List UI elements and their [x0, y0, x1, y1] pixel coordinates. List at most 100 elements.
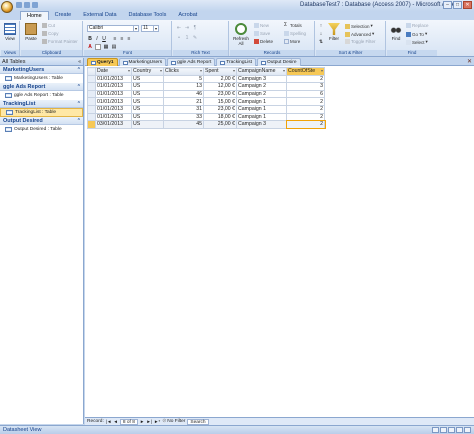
table-row[interactable]: 01/01/2013 US 33 18,00 € Campaign 1 2	[87, 112, 325, 122]
cell-clicks[interactable]: 33	[163, 112, 204, 122]
align-right-icon[interactable]: ≡	[126, 36, 132, 42]
new-record-nav-button[interactable]: ►*	[154, 419, 160, 424]
record-position-field[interactable]: 8 of 8	[119, 418, 138, 425]
bold-button[interactable]: B	[87, 36, 93, 42]
cell-country[interactable]: US	[131, 74, 164, 84]
find-button[interactable]: Find	[388, 23, 404, 41]
cell-countofste[interactable]: 3	[286, 82, 325, 91]
cell-country[interactable]: US	[131, 97, 164, 106]
doc-tab-marketingusers[interactable]: MarketingUsers	[118, 58, 167, 66]
maximize-button[interactable]: □	[453, 1, 462, 9]
row-selector[interactable]	[87, 82, 96, 91]
replace-button[interactable]: Replace	[406, 23, 429, 28]
column-header-spent[interactable]: Spent ▾	[203, 67, 237, 76]
save-record-button[interactable]: Save	[254, 31, 270, 36]
nav-group-trackinglist[interactable]: TrackingList ⌃	[0, 100, 83, 108]
align-left-icon[interactable]: ≡	[112, 36, 118, 42]
highlight-icon[interactable]: ✎	[192, 35, 198, 41]
tab-external-data[interactable]: External Data	[77, 11, 122, 20]
cell-countofste[interactable]: 2	[286, 74, 325, 84]
view-button[interactable]: View	[2, 23, 18, 41]
font-name-select[interactable]: Calibri ▾	[87, 25, 139, 32]
nav-item-output-desired-table[interactable]: Output Desired : Table	[0, 125, 83, 134]
cell-date[interactable]: 01/01/2013	[95, 82, 132, 91]
column-header-countofste[interactable]: CountOfSte ▾	[286, 67, 325, 76]
nav-item-ggle-ads-report-table[interactable]: ggle Ads Report : Table	[0, 91, 83, 100]
minimize-button[interactable]: –	[443, 1, 452, 9]
format-painter-button[interactable]: Format Painter	[42, 39, 78, 44]
table-row[interactable]: 01/01/2013 US 5 2,00 € Campaign 3 2	[87, 74, 325, 84]
chevron-down-icon[interactable]: ▾	[283, 68, 285, 73]
column-header-country[interactable]: Country ▾	[131, 67, 164, 76]
tab-database-tools[interactable]: Database Tools	[123, 11, 173, 20]
more-button[interactable]: More	[284, 39, 300, 44]
tab-acrobat[interactable]: Acrobat	[172, 11, 203, 20]
cell-campaignname[interactable]: Campaign 2	[236, 89, 287, 99]
design-view-icon[interactable]	[464, 427, 471, 433]
cell-clicks[interactable]: 5	[163, 74, 204, 84]
tab-home[interactable]: Home	[20, 11, 49, 20]
numbering-icon[interactable]: 1	[184, 35, 190, 41]
nav-group-output-desired[interactable]: Output Desired ⌃	[0, 117, 83, 125]
paste-button[interactable]: Paste	[23, 23, 39, 41]
underline-button[interactable]: U	[101, 36, 107, 42]
cell-spent[interactable]: 23,00 €	[203, 89, 237, 99]
cell-campaignname[interactable]: Campaign 1	[236, 97, 287, 106]
row-selector[interactable]	[87, 89, 96, 99]
redo-icon[interactable]	[32, 2, 38, 8]
refresh-all-button[interactable]: Refresh All	[233, 23, 249, 46]
previous-record-button[interactable]: ◄	[113, 419, 117, 424]
cell-date[interactable]: 01/01/2013	[95, 89, 132, 99]
cell-country[interactable]: US	[131, 82, 164, 91]
new-record-button[interactable]: New	[254, 23, 269, 28]
filter-button[interactable]: Filter	[326, 23, 342, 41]
search-input[interactable]: Search	[187, 418, 210, 425]
row-selector[interactable]	[87, 112, 96, 122]
pivottable-view-icon[interactable]	[440, 427, 447, 433]
pivotchart-view-icon[interactable]	[448, 427, 455, 433]
cell-spent[interactable]: 18,00 €	[203, 112, 237, 122]
cell-campaignname[interactable]: Campaign 1	[236, 112, 287, 122]
undo-icon[interactable]	[24, 2, 30, 8]
cell-countofste[interactable]: 2	[286, 112, 325, 122]
nav-group-marketingusers[interactable]: MarketingUsers ⌃	[0, 66, 83, 74]
sort-ascending-icon[interactable]: ↑	[318, 23, 324, 29]
close-document-icon[interactable]: ✕	[467, 58, 472, 65]
cell-clicks[interactable]: 31	[163, 104, 204, 114]
chevron-down-icon[interactable]: ▾	[160, 68, 162, 73]
cell-spent[interactable]: 25,00 €	[203, 120, 237, 129]
row-selector[interactable]	[87, 97, 96, 106]
table-row[interactable]: 01/01/2013 US 46 23,00 € Campaign 2 6	[87, 89, 325, 99]
advanced-button[interactable]: Advanced ▾	[345, 31, 374, 37]
table-row[interactable]: 01/01/2013 US 13 12,00 € Campaign 2 3	[87, 82, 325, 91]
clear-sort-icon[interactable]: ⇅	[318, 39, 324, 45]
doc-tab-output-desired[interactable]: Output Desire	[256, 58, 301, 66]
increase-indent-icon[interactable]: ⇥	[184, 25, 190, 31]
last-record-button[interactable]: ►|	[146, 419, 152, 424]
cell-date[interactable]: 01/01/2013	[95, 112, 132, 122]
cell-date[interactable]: 01/01/2013	[95, 74, 132, 84]
bullets-icon[interactable]: •	[176, 35, 182, 41]
cell-country[interactable]: US	[131, 104, 164, 114]
close-button[interactable]: ✕	[463, 1, 472, 9]
first-record-button[interactable]: |◄	[106, 419, 112, 424]
cell-spent[interactable]: 12,00 €	[203, 82, 237, 91]
column-header-clicks[interactable]: Clicks ▾	[163, 67, 204, 76]
copy-button[interactable]: Copy	[42, 31, 59, 36]
cell-campaignname[interactable]: Campaign 3	[236, 74, 287, 84]
filter-status[interactable]: ⊘ No Filter	[162, 419, 185, 424]
decrease-indent-icon[interactable]: ⇤	[176, 25, 182, 31]
table-row[interactable]: 01/01/2013 US 31 23,00 € Campaign 1 2	[87, 104, 325, 114]
doc-tab-trackinglist[interactable]: TrackingList	[216, 58, 256, 66]
cell-spent[interactable]: 23,00 €	[203, 104, 237, 114]
spelling-button[interactable]: Spelling	[284, 31, 306, 36]
nav-pane-header[interactable]: All Tables «	[0, 58, 83, 66]
nav-item-marketingusers-table[interactable]: MarketingUsers : Table	[0, 74, 83, 83]
column-header-date[interactable]: Date ▾	[95, 67, 132, 76]
paragraph-icon[interactable]: ¶	[192, 25, 198, 31]
align-center-icon[interactable]: ≡	[119, 36, 125, 42]
chevron-down-icon[interactable]: ▾	[233, 68, 235, 73]
cell-clicks[interactable]: 13	[163, 82, 204, 91]
chevron-down-icon[interactable]: ▾	[321, 68, 323, 73]
tab-create[interactable]: Create	[49, 11, 78, 20]
